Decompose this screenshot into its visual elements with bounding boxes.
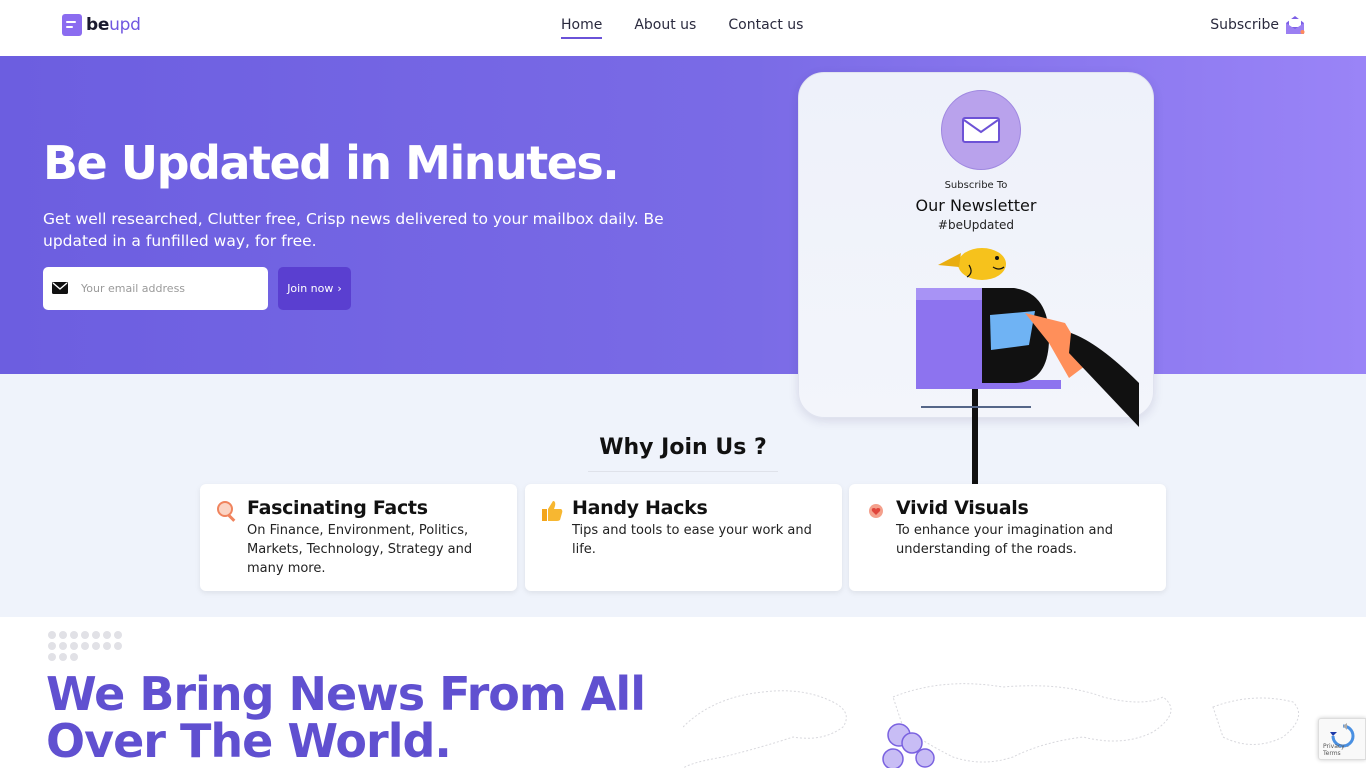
heart-badge-icon (865, 500, 887, 522)
magnifier-icon (216, 500, 238, 522)
hero-title: Be Updated in Minutes. (43, 136, 620, 190)
envelope-icon (962, 117, 1000, 143)
nav-about-us[interactable]: About us (634, 17, 696, 39)
newsletter-card: Subscribe To Our Newsletter #beUpdated (798, 72, 1154, 513)
join-now-label: Join now (287, 282, 334, 295)
site-header: beupd Home About us Contact us Subscribe (0, 0, 1366, 56)
chevron-right-icon: › (337, 282, 342, 295)
logo[interactable]: beupd (62, 14, 141, 36)
email-field-wrapper (43, 267, 268, 310)
email-input[interactable] (81, 282, 261, 295)
newsletter-hashtag: #beUpdated (937, 218, 1015, 232)
card-text: Tips and tools to ease your work and lif… (572, 523, 812, 557)
newsletter-subscribe-to: Subscribe To (944, 180, 1008, 191)
world-map-graphic (683, 683, 1300, 768)
dot-pattern (48, 631, 122, 661)
logo-icon (62, 14, 82, 36)
hero-section: Be Updated in Minutes. Get well research… (0, 56, 1366, 374)
card-title: Fascinating Facts (247, 497, 428, 519)
logo-text: beupd (86, 15, 141, 35)
card-text: To enhance your imagination and understa… (896, 523, 1113, 557)
nav-home[interactable]: Home (561, 17, 603, 39)
mail-icon (52, 281, 70, 296)
nav-contact-us[interactable]: Contact us (728, 17, 803, 39)
newsletter-title: Our Newsletter (915, 196, 1037, 215)
world-title: We Bring News From All Over The World. (46, 671, 646, 768)
card-title: Handy Hacks (572, 497, 708, 519)
mailbox-illustration (916, 248, 1139, 513)
hero-subtitle: Get well researched, Clutter free, Crisp… (43, 210, 664, 250)
world-title-line1: We Bring News From All (46, 667, 646, 721)
recaptcha-badge[interactable]: Privacy - Terms (1318, 718, 1366, 760)
card-text: On Finance, Environment, Politics, Marke… (247, 523, 473, 576)
newsletter-badge (941, 90, 1021, 170)
recaptcha-text: Privacy - Terms (1323, 743, 1349, 757)
card-title: Vivid Visuals (896, 497, 1029, 519)
subscribe-button[interactable]: Subscribe (1210, 15, 1305, 35)
main-nav: Home About us Contact us (561, 17, 803, 39)
why-join-title: Why Join Us ? (599, 435, 767, 460)
feature-card-facts: Fascinating Facts On Finance, Environmen… (200, 484, 517, 591)
feature-card-visuals: Vivid Visuals To enhance your imaginatio… (849, 484, 1166, 591)
world-title-line2: Over The World. (46, 714, 452, 768)
feature-card-hacks: Handy Hacks Tips and tools to ease your … (525, 484, 842, 591)
thumbs-up-icon (541, 500, 563, 522)
join-now-button[interactable]: Join now › (278, 267, 351, 310)
divider (588, 471, 778, 472)
envelope-open-icon (1286, 16, 1305, 34)
world-section: We Bring News From All Over The World. (0, 617, 1366, 768)
subscribe-label: Subscribe (1210, 17, 1279, 33)
